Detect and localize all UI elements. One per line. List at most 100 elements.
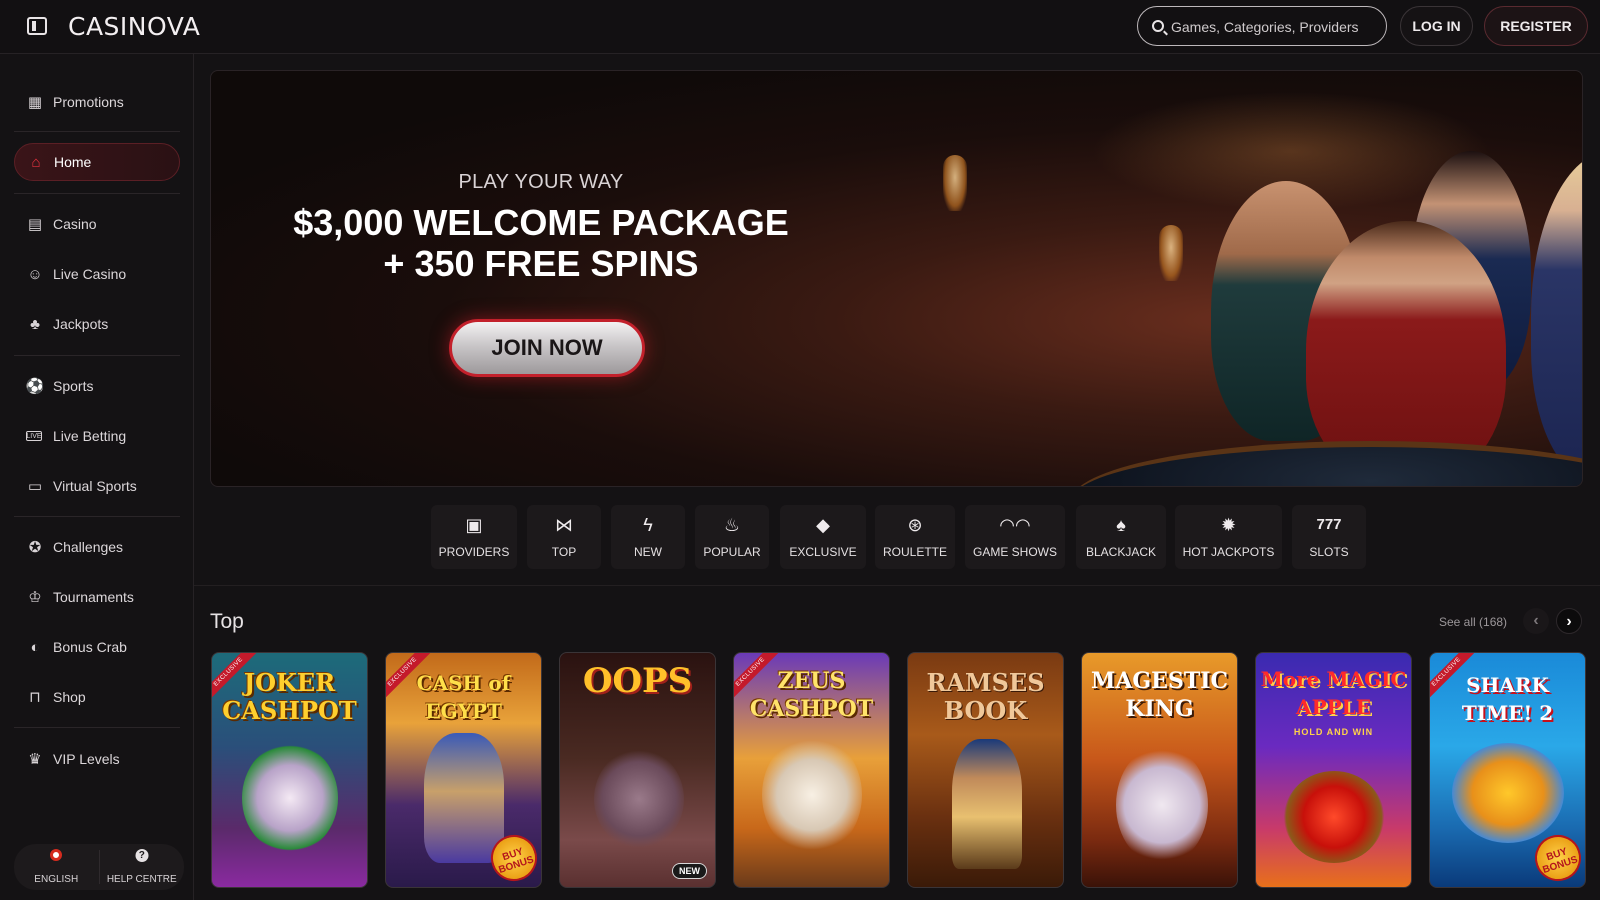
sidebar-item-vip-levels[interactable]: ♛ VIP Levels — [14, 740, 180, 778]
sidebar-item-jackpots[interactable]: ♣ Jackpots — [14, 305, 180, 343]
wall-lamp — [943, 155, 967, 211]
login-button[interactable]: LOG IN — [1400, 6, 1473, 46]
game-title: RAMSES BOOK — [926, 668, 1045, 725]
logo[interactable]: CASINOVA — [68, 12, 200, 42]
game-tile[interactable]: CASH of EGYPT EXCLUSIVE BUY BONUS — [385, 652, 542, 888]
sidebar-item-label: VIP Levels — [53, 751, 120, 767]
game-tile[interactable]: ZEUS CASHPOT EXCLUSIVE — [733, 652, 890, 888]
shop-icon: ⊓ — [29, 689, 41, 706]
sidebar-toggle-icon[interactable] — [27, 17, 47, 35]
banner-kicker: PLAY YOUR WAY — [458, 171, 624, 193]
game-art — [594, 749, 684, 849]
sidebar-item-label: Jackpots — [53, 316, 109, 332]
game-art — [762, 735, 862, 855]
clover-icon: ♣ — [30, 315, 40, 333]
category-label: POPULAR — [703, 545, 761, 559]
sidebar-item-label: Promotions — [53, 94, 124, 110]
sidebar-item-label: Home — [54, 154, 92, 170]
promo-banner[interactable]: PLAY YOUR WAY $3,000 WELCOME PACKAGE + 3… — [210, 70, 1583, 487]
banner-title-line2: + 350 FREE SPINS — [383, 243, 699, 284]
game-tile[interactable]: OOPS NEW — [559, 652, 716, 888]
buy-bonus-badge: BUY BONUS — [1529, 829, 1585, 887]
seven-icon: 777 — [1316, 516, 1342, 533]
playing-card-icon: ♠ — [1116, 515, 1126, 535]
category-new[interactable]: ϟ NEW — [611, 505, 685, 569]
help-centre-button[interactable]: ? HELP CENTRE — [100, 844, 185, 890]
sidebar-item-live-casino[interactable]: ☺ Live Casino — [14, 255, 180, 293]
sidebar-item-tournaments[interactable]: ♔ Tournaments — [14, 578, 180, 616]
game-tile[interactable]: More MAGIC APPLE HOLD AND WIN — [1255, 652, 1412, 888]
search-input[interactable] — [1171, 17, 1381, 37]
sidebar-item-bonus-crab[interactable]: ◐ Bonus Crab — [14, 628, 180, 666]
banner-text: PLAY YOUR WAY $3,000 WELCOME PACKAGE + 3… — [271, 171, 811, 284]
game-title: More MAGIC APPLE — [1260, 667, 1407, 719]
language-selector[interactable]: ENGLISH — [14, 844, 99, 890]
sidebar-item-label: Tournaments — [53, 589, 134, 605]
category-game-shows[interactable]: ◠◠ GAME SHOWS — [965, 505, 1065, 569]
sidebar-footer: ENGLISH ? HELP CENTRE — [14, 844, 184, 890]
category-label: EXCLUSIVE — [789, 545, 857, 559]
game-art — [952, 739, 1022, 869]
carousel-next-button[interactable]: › — [1556, 608, 1582, 634]
game-tile[interactable]: MAGESTIC KING — [1081, 652, 1238, 888]
category-exclusive[interactable]: ◆ EXCLUSIVE — [780, 505, 866, 569]
diamond-icon: ◆ — [816, 515, 830, 535]
game-tile[interactable]: JOKER CASHPOT EXCLUSIVE — [211, 652, 368, 888]
divider — [14, 727, 180, 728]
category-blackjack[interactable]: ♠ BLACKJACK — [1076, 505, 1166, 569]
game-title: OOPS — [582, 661, 693, 701]
category-label: PROVIDERS — [438, 545, 510, 559]
search-box[interactable] — [1137, 6, 1387, 46]
sidebar-item-sports[interactable]: ⚽ Sports — [14, 367, 180, 405]
game-tile[interactable]: RAMSES BOOK — [907, 652, 1064, 888]
category-top[interactable]: ⋈ TOP — [527, 505, 601, 569]
category-providers[interactable]: ▣ PROVIDERS — [431, 505, 517, 569]
category-label: NEW — [634, 545, 662, 559]
game-title: JOKER CASHPOT — [222, 668, 357, 725]
trophy-icon: ♔ — [28, 589, 42, 606]
new-badge: NEW — [672, 863, 707, 879]
sidebar-item-home[interactable]: ⌂ Home — [14, 143, 180, 181]
live-badge-icon: LIVE — [26, 431, 42, 441]
divider — [194, 585, 1600, 586]
see-all-link[interactable]: See all (168) — [1439, 615, 1507, 629]
divider — [14, 355, 180, 356]
sidebar-item-shop[interactable]: ⊓ Shop — [14, 678, 180, 716]
sidebar-item-live-betting[interactable]: LIVE Live Betting — [14, 417, 180, 455]
game-art — [1284, 771, 1384, 863]
category-hot-jackpots[interactable]: ✹ HOT JACKPOTS — [1175, 505, 1282, 569]
game-title: CASH of EGYPT — [416, 671, 511, 723]
category-label: HOT JACKPOTS — [1182, 545, 1275, 559]
join-now-button[interactable]: JOIN NOW — [449, 319, 645, 377]
fire-coin-icon: ✹ — [1220, 515, 1237, 535]
category-label: BLACKJACK — [1085, 545, 1157, 559]
category-slots[interactable]: 777 SLOTS — [1292, 505, 1366, 569]
gift-icon: ▦ — [27, 94, 43, 111]
sidebar-item-casino[interactable]: ▤ Casino — [14, 205, 180, 243]
crown-icon: ♛ — [28, 751, 42, 768]
bowtie-icon: ⋈ — [555, 515, 573, 535]
sidebar-item-label: Live Betting — [53, 428, 127, 444]
crab-claw-icon: ◐ — [30, 638, 40, 656]
wall-lamp — [1159, 225, 1183, 281]
help-label: HELP CENTRE — [106, 874, 177, 885]
register-button[interactable]: REGISTER — [1484, 6, 1588, 46]
sidebar-item-virtual-sports[interactable]: ▭ Virtual Sports — [14, 467, 180, 505]
sidebar-item-label: Casino — [53, 216, 97, 232]
game-tile[interactable]: SHARK TIME! 2 EXCLUSIVE BUY BONUS — [1429, 652, 1586, 888]
divider — [14, 193, 180, 194]
roulette-table — [1071, 441, 1582, 486]
sidebar: ▦ Promotions ⌂ Home ▤ Casino ☺ Live Casi… — [0, 54, 194, 900]
category-label: GAME SHOWS — [972, 545, 1057, 559]
carousel-prev-button[interactable]: ‹ — [1523, 608, 1549, 634]
help-icon: ? — [135, 849, 149, 862]
game-title: SHARK TIME! 2 — [1461, 673, 1554, 725]
sidebar-item-label: Sports — [53, 378, 94, 394]
category-bar: ▣ PROVIDERS ⋈ TOP ϟ NEW ♨ POPULAR ◆ EXCL… — [0, 505, 1600, 569]
category-label: SLOTS — [1309, 545, 1349, 559]
live-dealer-icon: ☺ — [27, 265, 43, 283]
category-roulette[interactable]: ⊛ ROULETTE — [875, 505, 955, 569]
sidebar-item-promotions[interactable]: ▦ Promotions — [14, 83, 180, 121]
virtual-screen-icon: ▭ — [27, 478, 43, 495]
category-popular[interactable]: ♨ POPULAR — [695, 505, 769, 569]
